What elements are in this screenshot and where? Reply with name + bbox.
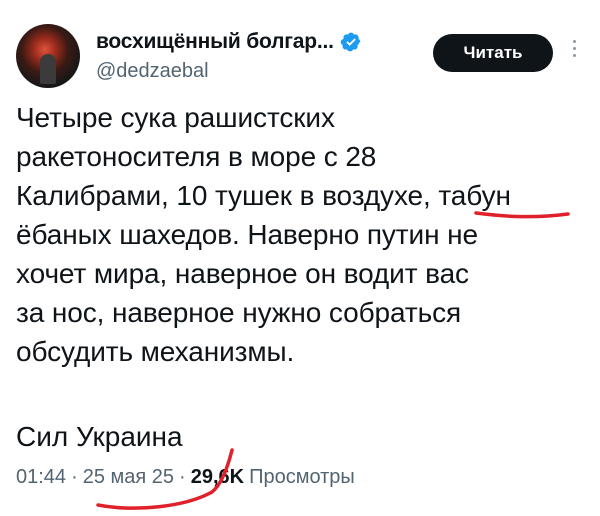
views-count: 29,6K	[190, 466, 245, 488]
tweet-line: хочет мира, наверное он водит вас	[16, 258, 469, 289]
follow-button[interactable]: Читать	[433, 34, 553, 72]
views-label: Просмотры	[249, 466, 355, 488]
meta-separator: ·	[71, 466, 78, 488]
more-options-icon[interactable]	[568, 36, 580, 70]
tweet-line: ёбаных шахедов. Наверно путин не	[16, 219, 478, 250]
tweet-line: Калибрами, 10 тушек в воздухе, табун	[16, 180, 511, 211]
author-name-row[interactable]: восхищённый болгар...	[96, 30, 362, 54]
verified-badge-icon	[340, 32, 361, 52]
author-handle[interactable]: @dedzaebal	[96, 60, 209, 83]
tweet-header: восхищённый болгар... @dedzaebal Читать	[16, 24, 586, 94]
tweet-date[interactable]: 25 мая 25	[83, 466, 174, 489]
display-name[interactable]: восхищённый болгар...	[96, 30, 334, 54]
tweet-line: ракетоносителя в море с 28	[16, 141, 377, 172]
tweet-line: Четыре сука рашистских	[16, 102, 335, 133]
tweet-line: за нос, наверное нужно собраться	[16, 297, 462, 328]
tweet-line: обсудить механизмы.	[16, 336, 295, 367]
tweet-meta: 01:44 · 25 мая 25 · 29,6K Просмотры	[16, 466, 355, 489]
meta-separator: ·	[179, 466, 186, 488]
avatar[interactable]	[16, 24, 80, 88]
tweet-text: Четыре сука рашистских ракетоносителя в …	[16, 98, 586, 371]
tweet-time[interactable]: 01:44	[16, 466, 66, 489]
tweet-signature: Сил Украина	[16, 421, 183, 452]
avatar-figure	[40, 54, 56, 84]
